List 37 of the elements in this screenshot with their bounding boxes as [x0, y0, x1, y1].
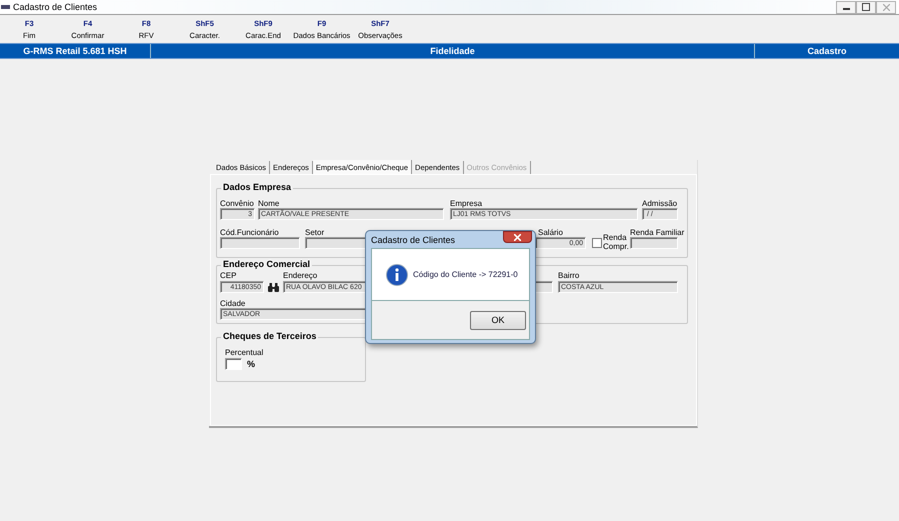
group-title: Endereço Comercial: [221, 259, 312, 269]
field-label: Renda Familiar: [630, 228, 684, 237]
group-title: Dados Empresa: [221, 182, 294, 192]
window-title: Cadastro de Clientes: [13, 2, 98, 12]
field-label: Convênio: [220, 199, 254, 208]
close-icon: [514, 234, 521, 240]
field-label: Endereço: [283, 271, 318, 280]
field-label: Bairro: [558, 271, 580, 280]
ok-button[interactable]: OK: [470, 310, 526, 330]
group-title: Cheques de Terceiros: [221, 331, 318, 341]
field-label: Cód.Funcionário: [220, 228, 279, 237]
percent-sign: %: [247, 359, 256, 369]
field-label: Salário: [538, 228, 563, 237]
field-label: Nome: [258, 199, 280, 208]
field-label: Setor: [305, 228, 324, 237]
header-bar-section: Fidelidade: [151, 44, 755, 58]
checkbox-label: Renda Compr.: [603, 233, 629, 251]
close-icon: [882, 4, 890, 10]
info-icon: [386, 264, 408, 286]
input-field[interactable]: [220, 237, 300, 249]
checkbox[interactable]: [592, 238, 602, 248]
minimize-button[interactable]: [836, 0, 856, 14]
header-bar-section: G-RMS Retail 5.681 HSH: [0, 44, 151, 58]
dialog-message: Código do Cliente -> 72291-0: [413, 270, 518, 279]
input-field[interactable]: [225, 358, 242, 370]
field-label: CEP: [220, 271, 236, 280]
app-icon: [1, 5, 10, 9]
field-label: Percentual: [225, 348, 264, 357]
input-field[interactable]: [630, 237, 678, 249]
binoculars-icon[interactable]: [266, 281, 280, 293]
field-label: Cidade: [220, 299, 246, 308]
field-label: Empresa: [450, 199, 482, 208]
close-button[interactable]: [503, 231, 532, 243]
field-label: Admissão: [642, 199, 678, 208]
restore-button[interactable]: [856, 0, 876, 14]
dialog-title: Cadastro de Clientes: [371, 234, 456, 244]
header-bar-section: Cadastro: [755, 44, 899, 58]
